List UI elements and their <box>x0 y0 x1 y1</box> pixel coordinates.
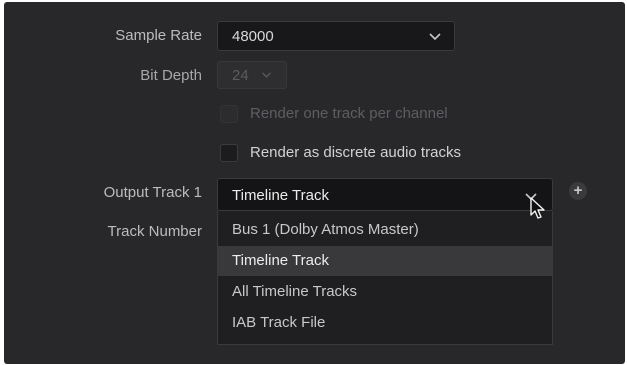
add-output-track-button[interactable]: + <box>569 182 587 200</box>
chevron-down-icon <box>429 33 441 41</box>
render-per-channel-label: Render one track per channel <box>250 105 448 122</box>
render-discrete-checkbox[interactable] <box>220 144 238 162</box>
dropdown-option-timeline-track[interactable]: Timeline Track <box>218 246 552 276</box>
track-number-label: Track Number <box>107 223 202 240</box>
render-discrete-label: Render as discrete audio tracks <box>250 144 461 161</box>
dropdown-option-bus-1[interactable]: Bus 1 (Dolby Atmos Master) <box>218 215 552 245</box>
sample-rate-value: 48000 <box>232 28 274 45</box>
chevron-down-icon <box>262 72 271 78</box>
output-track-label: Output Track 1 <box>103 184 202 201</box>
output-track-select[interactable]: Timeline Track <box>217 178 553 211</box>
render-per-channel-checkbox[interactable] <box>220 105 238 123</box>
plus-circle-icon: + <box>573 182 583 199</box>
bit-depth-value: 24 <box>232 67 249 84</box>
sample-rate-label: Sample Rate <box>115 27 202 44</box>
bit-depth-select[interactable]: 24 <box>217 61 287 89</box>
output-track-dropdown-list: Bus 1 (Dolby Atmos Master) Timeline Trac… <box>217 211 553 345</box>
dropdown-option-all-timeline-tracks[interactable]: All Timeline Tracks <box>218 277 552 307</box>
mouse-pointer-icon <box>530 197 545 219</box>
dropdown-option-iab-track-file[interactable]: IAB Track File <box>218 308 552 338</box>
render-settings-panel: Sample Rate 48000 Bit Depth 24 Render on… <box>4 2 625 364</box>
sample-rate-select[interactable]: 48000 <box>217 21 455 51</box>
bit-depth-label: Bit Depth <box>140 67 202 84</box>
output-track-value: Timeline Track <box>232 187 329 204</box>
